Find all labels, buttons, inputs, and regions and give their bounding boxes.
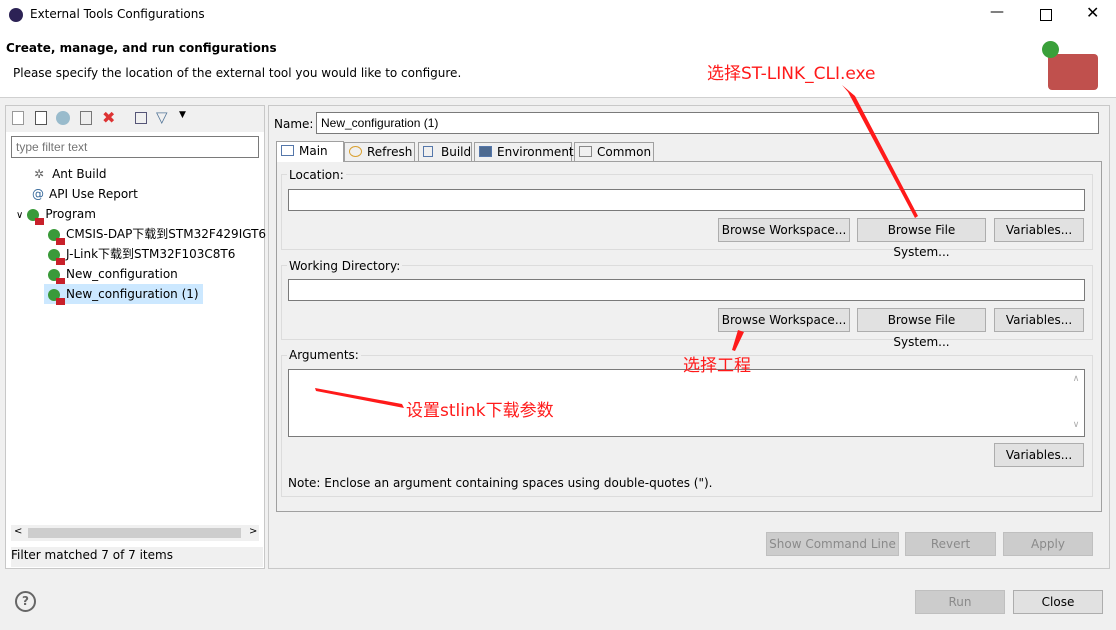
annotation-set-args: 设置stlink下载参数 xyxy=(406,401,554,421)
annotation-select-project: 选择工程 xyxy=(683,356,751,376)
arrow-to-arguments xyxy=(315,388,404,408)
arrow-to-browse-workspace xyxy=(732,330,744,351)
tab-main[interactable]: Main xyxy=(276,141,344,162)
main-tab-icon xyxy=(281,145,294,156)
annotation-select-exe: 选择ST-LINK_CLI.exe xyxy=(707,64,876,84)
annotation-arrows xyxy=(315,85,918,408)
arrow-to-browse-fs xyxy=(842,85,918,218)
